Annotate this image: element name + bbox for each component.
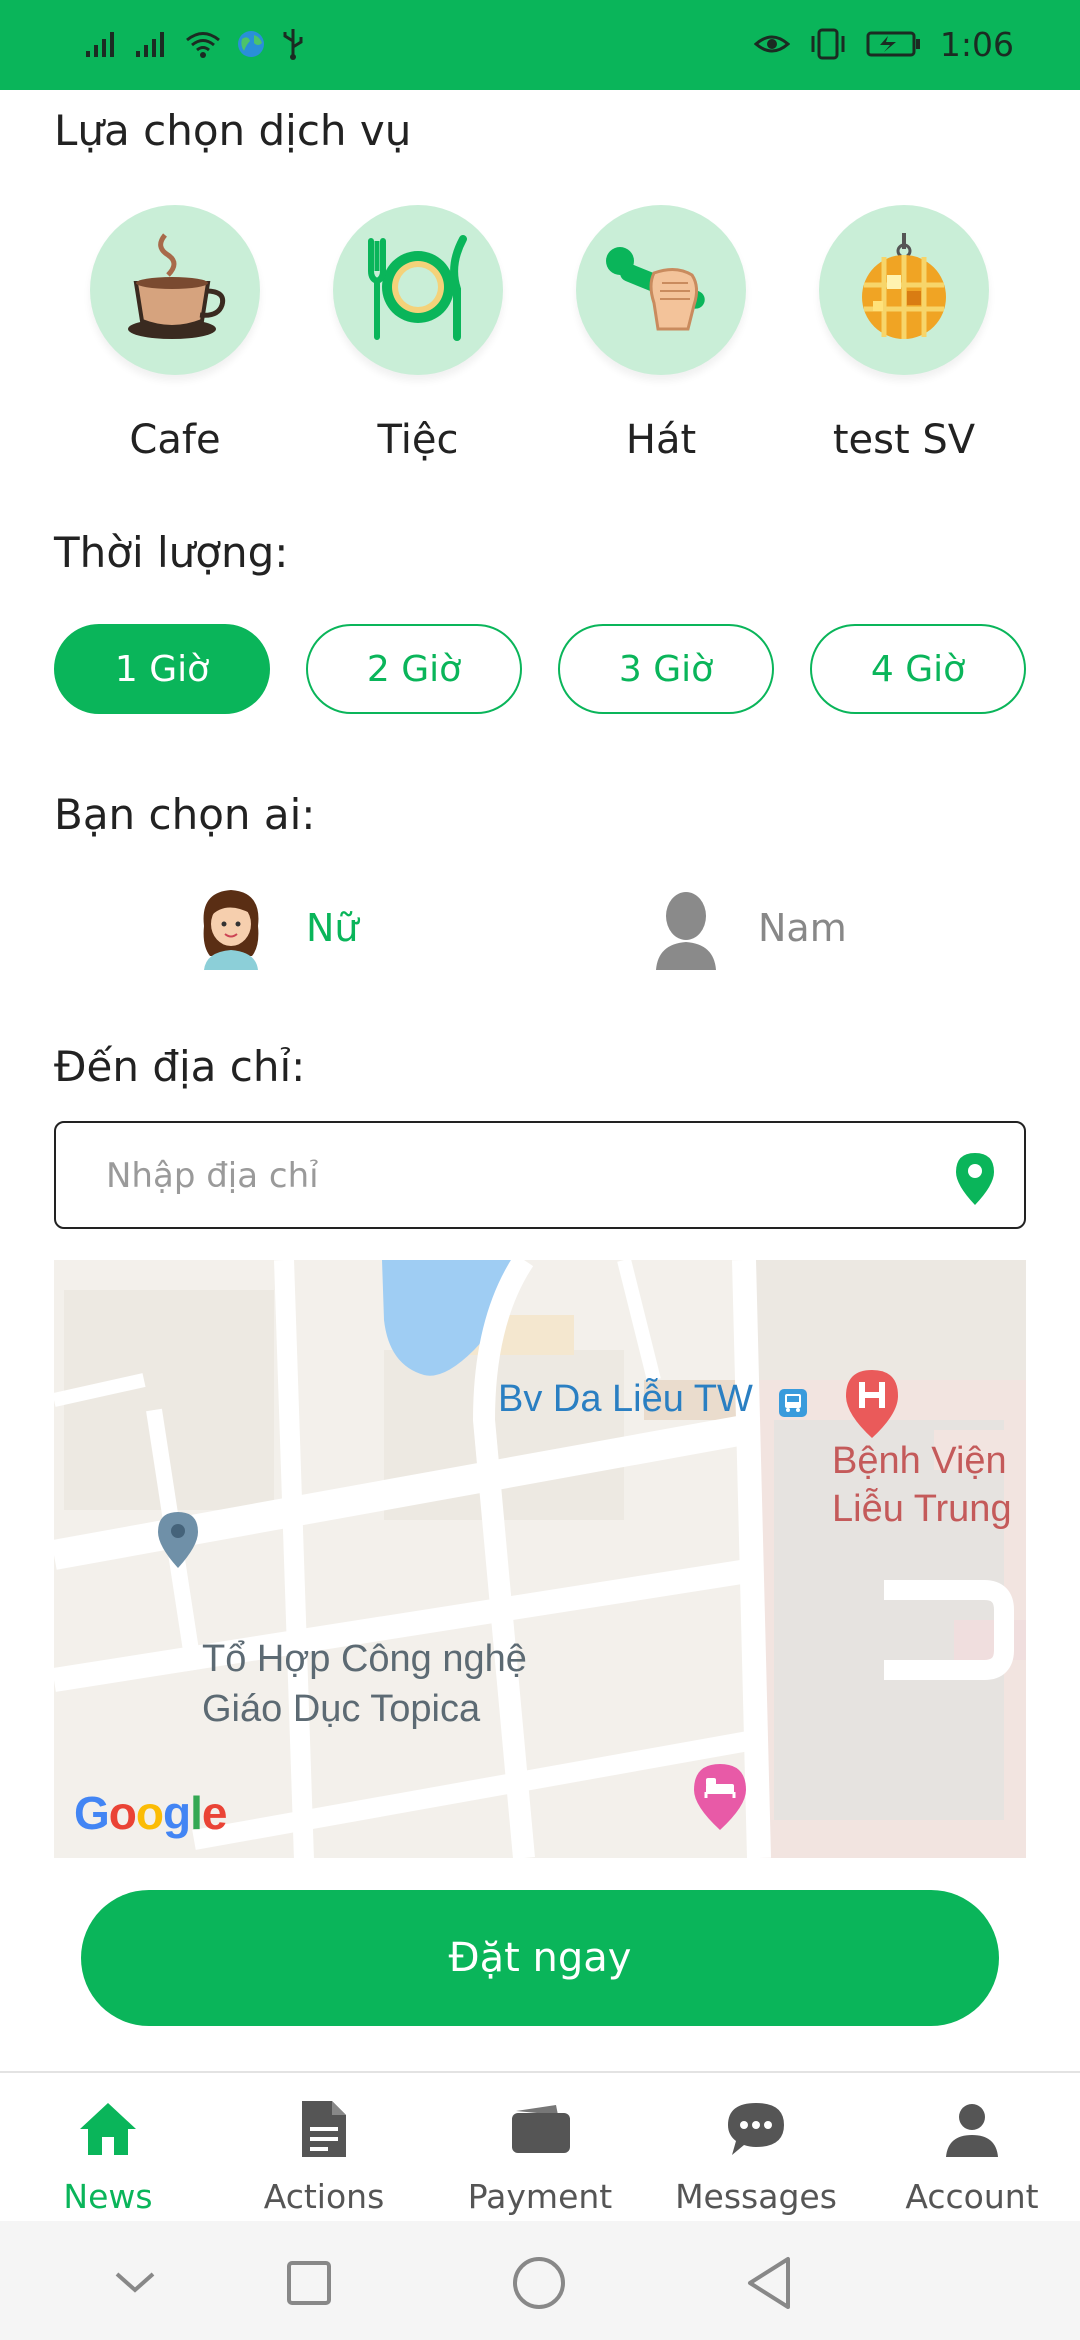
wifi-icon: [186, 32, 220, 58]
nav-label: Payment: [467, 2177, 613, 2216]
bus-stop-icon[interactable]: [778, 1388, 808, 1418]
map-label-benh-vien-2: Liễu Trung: [832, 1488, 1012, 1530]
service-hat[interactable]: Hát: [561, 205, 761, 463]
gender-title: Bạn chọn ai:: [54, 790, 316, 839]
nav-item-news[interactable]: News: [0, 2091, 216, 2216]
wallet-icon: [512, 2105, 570, 2153]
hospital-pin-icon[interactable]: [842, 1368, 902, 1440]
signal-icon: [136, 32, 164, 57]
globe-icon: [238, 31, 264, 57]
service-circle: [90, 205, 260, 375]
back-button[interactable]: [734, 2253, 804, 2313]
microphone-hand-icon: [606, 247, 705, 331]
service-cafe[interactable]: Cafe: [75, 205, 275, 463]
map-label-benh-vien-1: Bệnh Viện: [832, 1440, 1007, 1482]
eye-icon: [753, 35, 790, 53]
nav-item-messages[interactable]: Messages: [648, 2091, 864, 2216]
male-silhouette-icon: [656, 892, 716, 970]
address-input[interactable]: [106, 1147, 906, 1205]
system-navigation-bar: [0, 2221, 1080, 2340]
service-circle: [333, 205, 503, 375]
google-logo: Google: [74, 1787, 227, 1839]
gender-label-female: Nữ: [306, 906, 359, 950]
status-time: 1:06: [939, 24, 1014, 64]
duration-option-1[interactable]: 1 Giờ: [54, 624, 270, 714]
plate-cutlery-icon: [368, 235, 467, 341]
nav-label: Account: [905, 2177, 1039, 2216]
bottom-navigation: News Actions Payment Messages Account: [0, 2071, 1080, 2221]
hotel-pin-icon[interactable]: [692, 1762, 748, 1832]
status-bar: 1:06: [0, 0, 1080, 90]
female-avatar-icon: [203, 890, 259, 970]
nav-item-actions[interactable]: Actions: [216, 2091, 432, 2216]
map-view[interactable]: Bv Da Liễu TW Bệnh Viện Liễu Trung Tổ Hợ…: [54, 1260, 1026, 1858]
book-now-button[interactable]: Đặt ngay: [81, 1890, 999, 2026]
circle-icon: [513, 2257, 565, 2309]
battery-icon: [866, 31, 920, 57]
recent-apps-button[interactable]: [274, 2253, 344, 2313]
map-label-topica-1: Tổ Hợp Công nghệ: [202, 1638, 527, 1680]
disco-ball-icon: [862, 233, 946, 339]
service-circle: [819, 205, 989, 375]
status-right-icons: 1:06: [753, 20, 1014, 68]
chat-bubble-icon: [728, 2103, 784, 2155]
address-field[interactable]: [54, 1121, 1026, 1229]
service-label: test SV: [832, 417, 976, 463]
document-icon: [302, 2101, 346, 2157]
service-circle: [576, 205, 746, 375]
duration-option-3[interactable]: 3 Giờ: [558, 624, 774, 714]
duration-title: Thời lượng:: [54, 528, 289, 577]
hide-keyboard-button[interactable]: [100, 2253, 170, 2313]
service-tiec[interactable]: Tiệc: [318, 205, 518, 463]
status-left-icons: [84, 22, 306, 66]
gender-option-male[interactable]: Nam: [654, 880, 847, 976]
home-icon: [80, 2103, 136, 2155]
chevron-down-icon: [115, 2272, 155, 2293]
home-button[interactable]: [504, 2253, 574, 2313]
service-label: Cafe: [129, 417, 221, 463]
service-test-sv[interactable]: test SV: [804, 205, 1004, 463]
map-label-topica-2: Giáo Dục Topica: [202, 1688, 481, 1730]
duration-option-2[interactable]: 2 Giờ: [306, 624, 522, 714]
location-pin-icon[interactable]: [954, 1151, 996, 1207]
person-icon: [946, 2104, 998, 2157]
nav-label: Actions: [263, 2177, 385, 2216]
signal-icon: [86, 32, 114, 57]
map-label-bv-da-lieu: Bv Da Liễu TW: [498, 1378, 753, 1420]
back-triangle-icon: [748, 2257, 790, 2309]
gender-label-male: Nam: [758, 906, 847, 950]
service-label: Tiệc: [377, 417, 459, 463]
gender-option-female[interactable]: Nữ: [196, 880, 359, 976]
services-title: Lựa chọn dịch vụ: [54, 106, 412, 155]
service-label: Hát: [625, 417, 697, 463]
address-title: Đến địa chỉ:: [54, 1042, 306, 1091]
nav-item-account[interactable]: Account: [864, 2091, 1080, 2216]
duration-option-4[interactable]: 4 Giờ: [810, 624, 1026, 714]
square-icon: [287, 2261, 331, 2305]
nav-label: Messages: [675, 2177, 837, 2216]
nav-label: News: [63, 2177, 153, 2216]
nav-item-payment[interactable]: Payment: [432, 2091, 648, 2216]
map-pin-icon[interactable]: [156, 1510, 200, 1570]
usb-icon: [283, 29, 303, 60]
coffee-cup-icon: [128, 233, 226, 339]
vibrate-icon: [811, 28, 845, 60]
